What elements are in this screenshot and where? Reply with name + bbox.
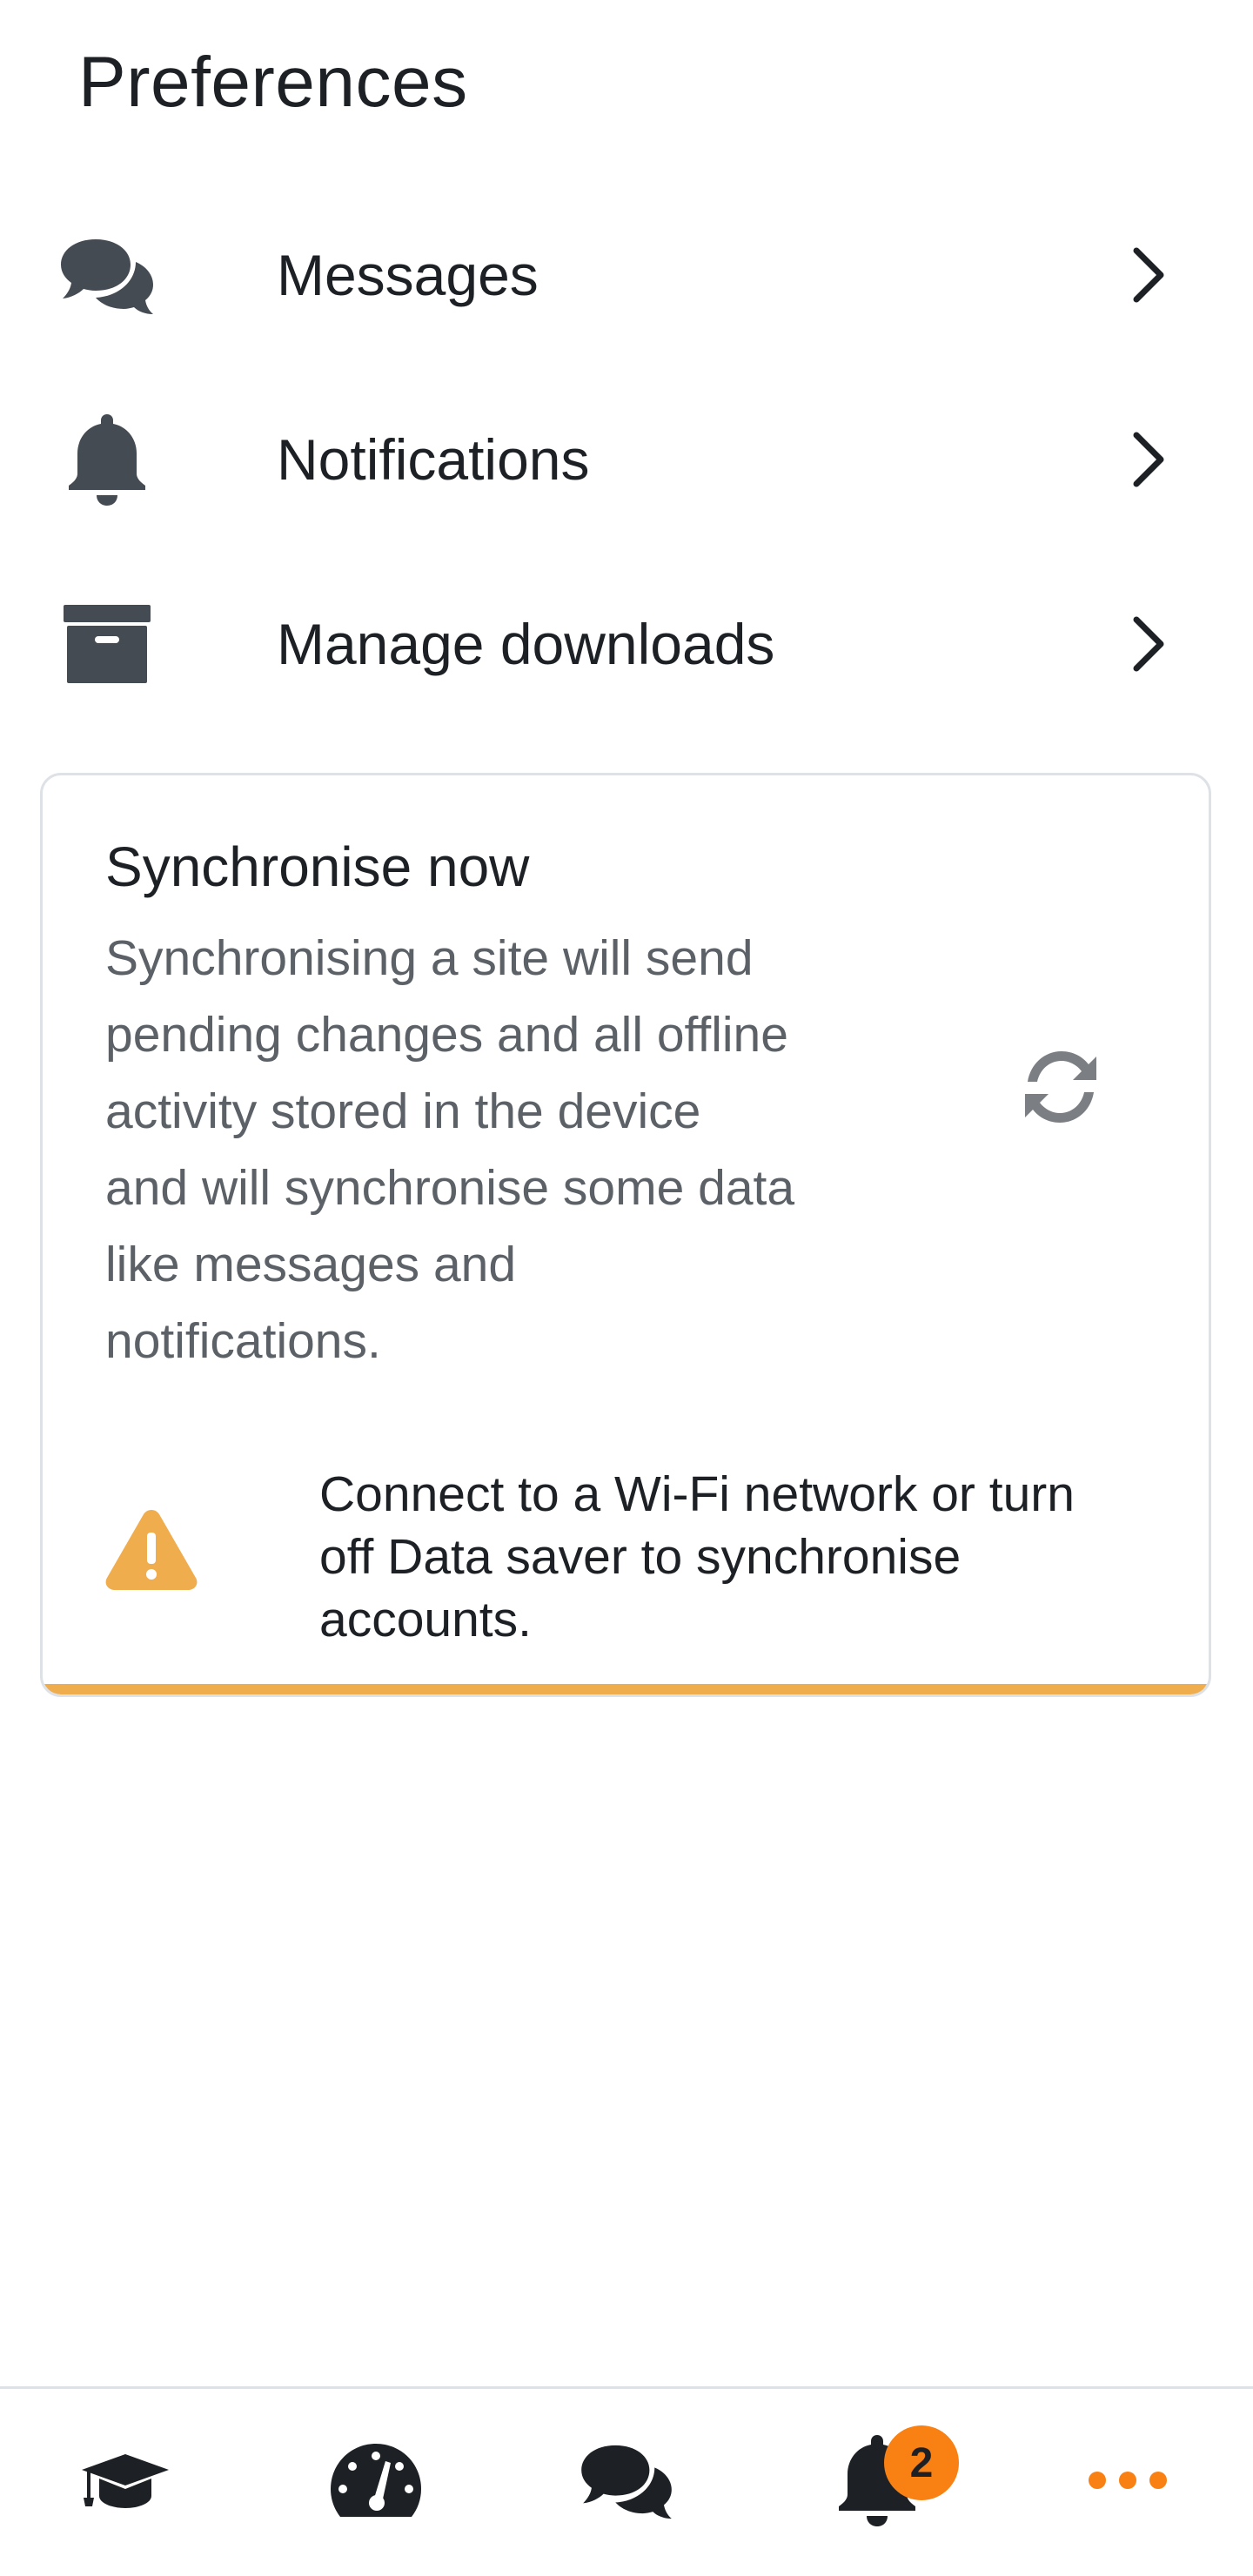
graduation-cap-icon (78, 2451, 172, 2514)
description-line: and will synchronise some data (105, 1160, 795, 1216)
page-title: Preferences (78, 43, 468, 122)
dashboard-gauge-icon (328, 2440, 424, 2525)
tab-notifications[interactable]: 2 (752, 2389, 1002, 2576)
chevron-right-icon (1122, 609, 1175, 679)
description-line: Synchronising a site will send (105, 930, 754, 986)
description-line: pending changes and all offline (105, 1007, 788, 1063)
preference-item-manage-downloads[interactable]: Manage downloads (0, 557, 1253, 731)
warning-accent-bar (43, 1684, 1209, 1694)
preference-item-messages[interactable]: Messages (0, 188, 1253, 362)
preference-label: Notifications (277, 427, 590, 492)
bottom-tab-bar: 2 (0, 2386, 1253, 2576)
tab-messages[interactable] (501, 2389, 752, 2576)
chevron-right-icon (1122, 240, 1175, 310)
preference-label: Messages (277, 243, 539, 307)
comments-icon (59, 227, 155, 323)
synchronise-card: Synchronise now Synchronising a site wil… (40, 773, 1211, 1697)
synchronise-title: Synchronise now (105, 835, 530, 898)
description-line: activity stored in the device (105, 1083, 701, 1139)
description-line: notifications. (105, 1313, 381, 1369)
bell-icon (59, 412, 155, 507)
more-dots-icon (1088, 2471, 1168, 2494)
synchronise-description: Synchronising a site will send pending c… (105, 920, 888, 1379)
archive-box-icon (59, 596, 155, 692)
preference-label: Manage downloads (277, 612, 775, 676)
preferences-page: Preferences Messages Notifications Manag… (0, 0, 1253, 2576)
sync-icon (1015, 1042, 1106, 1137)
warning-triangle-icon (104, 1506, 199, 1593)
comments-icon (580, 2442, 673, 2523)
tab-my-courses[interactable] (0, 2389, 251, 2576)
chevron-right-icon (1122, 425, 1175, 494)
preference-item-notifications[interactable]: Notifications (0, 372, 1253, 547)
warning-line: Connect to a Wi-Fi network or turn (319, 1466, 1075, 1522)
description-line: like messages and (105, 1237, 517, 1292)
tab-dashboard[interactable] (251, 2389, 501, 2576)
warning-line: off Data saver to synchronise (319, 1529, 962, 1585)
warning-line: accounts. (319, 1592, 532, 1647)
data-saver-warning: Connect to a Wi-Fi network or turn off D… (43, 1463, 1209, 1672)
warning-message: Connect to a Wi-Fi network or turn off D… (319, 1463, 1189, 1651)
tab-more[interactable] (1002, 2389, 1253, 2576)
synchronise-button[interactable] (1008, 1036, 1113, 1141)
notification-count-badge: 2 (884, 2425, 959, 2500)
